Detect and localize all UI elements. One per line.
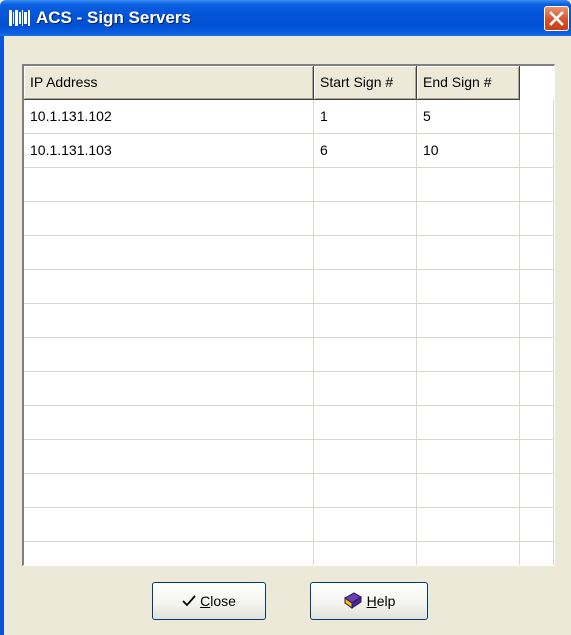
cell-start-sign[interactable] bbox=[314, 474, 417, 508]
cell-ip-address[interactable] bbox=[24, 406, 314, 440]
cell-start-sign[interactable] bbox=[314, 270, 417, 304]
cell-start-sign[interactable] bbox=[314, 168, 417, 202]
cell-ip-address[interactable] bbox=[24, 270, 314, 304]
cell-ip-address[interactable] bbox=[24, 338, 314, 372]
column-header-start-sign[interactable]: Start Sign # bbox=[314, 66, 417, 100]
cell-end-sign[interactable] bbox=[417, 304, 520, 338]
cell-filler bbox=[520, 474, 554, 508]
help-book-icon bbox=[343, 592, 362, 609]
cell-end-sign[interactable] bbox=[417, 474, 520, 508]
checkmark-icon bbox=[182, 595, 196, 607]
cell-start-sign[interactable] bbox=[314, 304, 417, 338]
cell-start-sign[interactable]: 6 bbox=[314, 134, 417, 168]
cell-start-sign[interactable] bbox=[314, 236, 417, 270]
cell-filler bbox=[520, 202, 554, 236]
cell-end-sign[interactable]: 5 bbox=[417, 100, 520, 134]
column-header-ip-address[interactable]: IP Address bbox=[24, 66, 314, 100]
cell-ip-address[interactable] bbox=[24, 168, 314, 202]
cell-filler bbox=[520, 372, 554, 406]
close-button[interactable]: Close bbox=[152, 582, 266, 620]
cell-filler bbox=[520, 168, 554, 202]
cell-ip-address[interactable] bbox=[24, 474, 314, 508]
cell-ip-address[interactable] bbox=[24, 542, 314, 565]
cell-filler bbox=[520, 134, 554, 168]
cell-end-sign[interactable] bbox=[417, 440, 520, 474]
cell-end-sign[interactable] bbox=[417, 168, 520, 202]
cell-start-sign[interactable] bbox=[314, 542, 417, 565]
cell-start-sign[interactable] bbox=[314, 406, 417, 440]
title-bar[interactable]: ACS - Sign Servers bbox=[0, 0, 571, 36]
cell-ip-address[interactable]: 10.1.131.102 bbox=[24, 100, 314, 134]
cell-start-sign[interactable] bbox=[314, 202, 417, 236]
cell-ip-address[interactable] bbox=[24, 304, 314, 338]
column-header-end-sign[interactable]: End Sign # bbox=[417, 66, 520, 100]
cell-ip-address[interactable] bbox=[24, 508, 314, 542]
cell-end-sign[interactable] bbox=[417, 508, 520, 542]
cell-end-sign[interactable] bbox=[417, 372, 520, 406]
cell-start-sign[interactable] bbox=[314, 508, 417, 542]
cell-start-sign[interactable] bbox=[314, 338, 417, 372]
cell-filler bbox=[520, 304, 554, 338]
cell-end-sign[interactable] bbox=[417, 202, 520, 236]
cell-start-sign[interactable] bbox=[314, 440, 417, 474]
cell-end-sign[interactable] bbox=[417, 406, 520, 440]
window-title: ACS - Sign Servers bbox=[36, 8, 191, 27]
window-frame bbox=[0, 36, 4, 635]
cell-end-sign[interactable] bbox=[417, 270, 520, 304]
cell-ip-address[interactable] bbox=[24, 440, 314, 474]
cell-ip-address[interactable]: 10.1.131.103 bbox=[24, 134, 314, 168]
cell-ip-address[interactable] bbox=[24, 372, 314, 406]
window-close-button[interactable] bbox=[544, 6, 569, 31]
dialog-window: ACS - Sign Servers IP Address Start Sign… bbox=[0, 0, 571, 635]
cell-start-sign[interactable]: 1 bbox=[314, 100, 417, 134]
close-icon bbox=[549, 11, 564, 26]
cell-filler bbox=[520, 542, 554, 565]
cell-filler bbox=[520, 236, 554, 270]
close-button-label: Close bbox=[200, 593, 236, 609]
cell-filler bbox=[520, 406, 554, 440]
cell-end-sign[interactable] bbox=[417, 542, 520, 565]
sign-servers-grid[interactable]: IP Address Start Sign # End Sign # 10.1.… bbox=[22, 64, 555, 566]
cell-end-sign[interactable] bbox=[417, 338, 520, 372]
cell-ip-address[interactable] bbox=[24, 202, 314, 236]
cell-ip-address[interactable] bbox=[24, 236, 314, 270]
barcode-app-icon bbox=[9, 10, 30, 26]
cell-start-sign[interactable] bbox=[314, 372, 417, 406]
cell-filler bbox=[520, 100, 554, 134]
cell-end-sign[interactable] bbox=[417, 236, 520, 270]
help-button-label: Help bbox=[366, 593, 396, 609]
cell-filler bbox=[520, 270, 554, 304]
help-button[interactable]: Help bbox=[310, 582, 428, 620]
cell-end-sign[interactable]: 10 bbox=[417, 134, 520, 168]
cell-filler bbox=[520, 508, 554, 542]
cell-filler bbox=[520, 338, 554, 372]
cell-filler bbox=[520, 440, 554, 474]
